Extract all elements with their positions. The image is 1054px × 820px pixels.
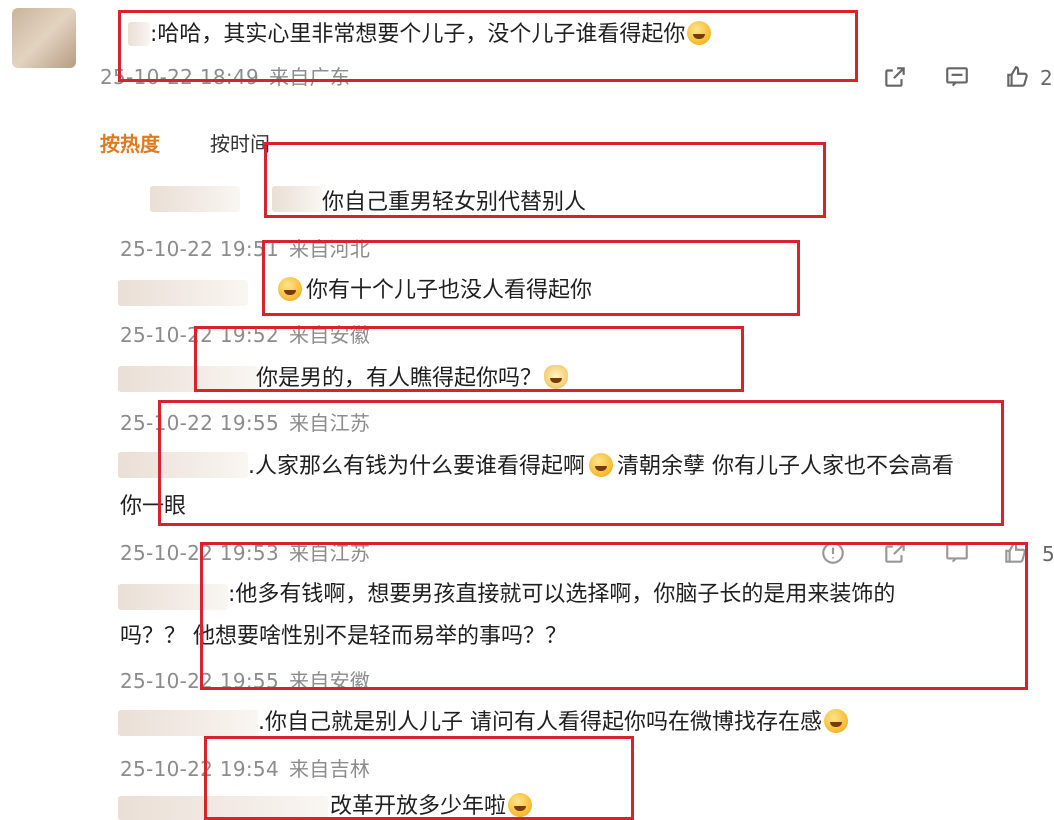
tab-hot[interactable]: 按热度 (100, 130, 160, 158)
username-blur (118, 710, 258, 736)
username-blur (118, 366, 258, 392)
reply-meta: 25-10-22 19:52 来自安徽 (120, 323, 371, 347)
reply-text-line2: 吗？？ 他想要啥性别不是轻而易举的事吗？？ (120, 624, 567, 649)
reply-meta: 25-10-22 19:51 来自河北 (120, 237, 371, 261)
reply-meta: 25-10-22 19:54 来自吉林 (120, 757, 371, 781)
laugh-emoji-icon (687, 21, 712, 45)
reply-meta: 25-10-22 19:55 来自安徽 (120, 669, 371, 693)
comment-icon[interactable] (942, 538, 972, 568)
reply-meta: 25-10-22 19:53 来自江苏 (120, 541, 371, 565)
crying-emoji-icon (278, 277, 302, 301)
comment-text: :哈哈，其实心里非常想要个儿子，没个儿子谁看得起你 (150, 20, 712, 50)
reply-text: :他多有钱啊，想要男孩直接就可以选择啊，你脑子长的是用来装饰的 (228, 582, 896, 607)
report-icon[interactable] (818, 538, 848, 568)
share-icon[interactable] (880, 62, 910, 92)
crying-emoji-icon (589, 453, 613, 477)
username-blur (150, 186, 240, 212)
reply-text: .人家那么有钱为什么要谁看得起啊 清朝余孽 你有儿子人家也不会高看 (248, 453, 954, 479)
username-blur (118, 584, 228, 610)
reply-text: 你有十个儿子也没人看得起你 (276, 276, 592, 306)
like-icon[interactable] (1000, 538, 1030, 568)
like-count: 5 (1042, 542, 1054, 566)
reply-meta: 25-10-22 19:55 来自江苏 (120, 411, 371, 435)
reply-text-line2: 你一眼 (120, 494, 187, 519)
cat-emoji-icon (544, 365, 569, 389)
comment-meta: 25-10-22 18:49 来自广东 (100, 65, 351, 89)
tongue-emoji-icon (824, 709, 848, 733)
comment-icon[interactable] (942, 62, 972, 92)
avatar[interactable] (12, 8, 76, 68)
reply-text: 你是男的，有人瞧得起你吗？ (256, 364, 569, 394)
tab-time[interactable]: 按时间 (210, 130, 270, 158)
username-blur (128, 22, 150, 46)
laugh-emoji-icon (508, 793, 533, 817)
share-icon[interactable] (880, 538, 910, 568)
username-blur (118, 796, 328, 820)
username-blur (118, 280, 248, 306)
like-count: 2 (1040, 66, 1053, 90)
reply-text: 改革开放多少年啦 (330, 792, 533, 820)
username-blur (118, 452, 248, 478)
like-icon[interactable] (1002, 62, 1032, 92)
reply-text: .你自己就是别人儿子 请问有人看得起你吗在微博找存在感 (258, 708, 848, 738)
username-blur (272, 186, 322, 212)
reply-text: 你自己重男轻女别代替别人 (322, 190, 587, 215)
